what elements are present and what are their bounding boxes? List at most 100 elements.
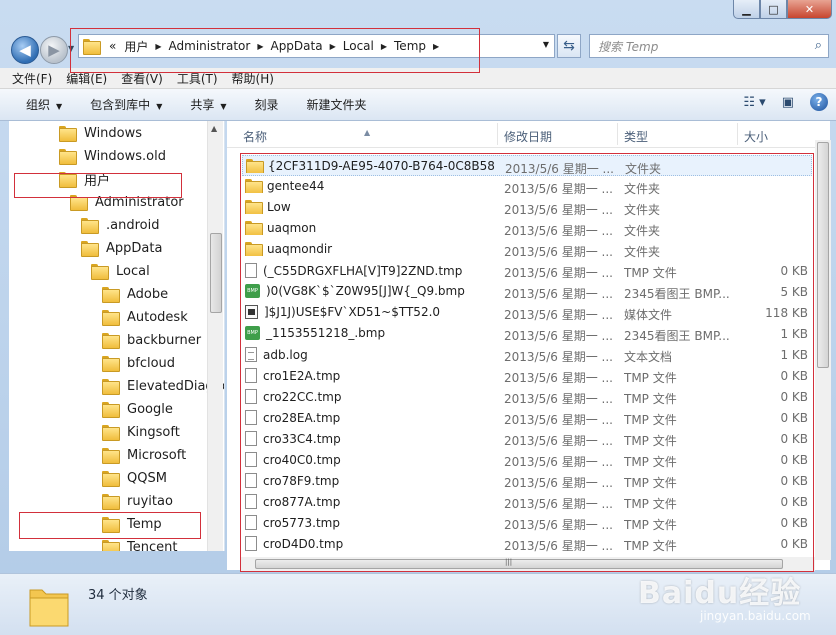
address-bar[interactable]: « 用户 ▶ Administrator ▶ AppData ▶ Local ▶… [78, 34, 555, 58]
refresh-button[interactable]: ⇆ [557, 34, 581, 58]
file-name-cell: cro1E2A.tmp [245, 368, 495, 383]
breadcrumb-arrow-icon[interactable]: ▶ [327, 42, 339, 51]
breadcrumb-arrow-icon[interactable]: ▶ [378, 42, 390, 51]
forward-button[interactable]: ▶ [40, 36, 68, 64]
view-options-icon[interactable]: ☷ ▾ [743, 95, 765, 110]
file-row[interactable]: uaqmon 2013/5/6 星期一 ... 文件夹 [242, 218, 812, 239]
scroll-thumb[interactable] [817, 142, 829, 368]
file-list-scrollbar[interactable] [815, 140, 831, 560]
tree-item[interactable]: QQSM [102, 467, 167, 489]
address-dropdown-icon[interactable]: ▼ [543, 40, 549, 49]
preview-pane-icon[interactable]: ▣ [782, 95, 794, 110]
tree-item[interactable]: Tencent [102, 536, 177, 551]
menu-file[interactable]: 文件(F) [12, 70, 52, 87]
file-icon [245, 452, 257, 467]
file-row[interactable]: ]$J1J)USE$FV`XD51~$TT52.0 2013/5/6 星期一 ..… [242, 302, 812, 323]
file-row[interactable]: cro78F9.tmp 2013/5/6 星期一 ... TMP 文件 0 KB [242, 470, 812, 491]
close-button[interactable]: ✕ [787, 0, 832, 19]
navigation-bar: ◀ ▶ ▼ « 用户 ▶ Administrator ▶ AppData ▶ L… [0, 24, 836, 70]
file-type: TMP 文件 [624, 476, 677, 490]
file-size: 118 KB [765, 306, 808, 320]
file-row[interactable]: cro5773.tmp 2013/5/6 星期一 ... TMP 文件 0 KB [242, 512, 812, 533]
tree-item[interactable]: Windows.old [59, 145, 166, 167]
file-row[interactable]: adb.log 2013/5/6 星期一 ... 文本文档 1 KB [242, 344, 812, 365]
navigation-scrollbar[interactable]: ▲ [207, 121, 223, 551]
tree-item-label: backburner [127, 332, 202, 348]
breadcrumb-arrow-icon[interactable]: ▶ [254, 42, 266, 51]
organize-button[interactable]: 组织 ▼ [26, 96, 62, 113]
column-type[interactable]: 类型 [624, 128, 648, 145]
tree-item-label: Adobe [127, 286, 169, 302]
tree-item[interactable]: Administrator [70, 191, 184, 213]
scroll-up-icon[interactable]: ▲ [211, 124, 217, 133]
caption-buttons: ▁ □ ✕ [733, 0, 832, 19]
bmp-file-icon: BMP [245, 326, 260, 340]
file-row[interactable]: cro22CC.tmp 2013/5/6 星期一 ... TMP 文件 0 KB [242, 386, 812, 407]
tree-item[interactable]: bfcloud [102, 352, 175, 374]
burn-button[interactable]: 刻录 [255, 96, 279, 113]
help-icon[interactable]: ? [810, 93, 828, 111]
minimize-button[interactable]: ▁ [733, 0, 760, 19]
file-row[interactable]: cro33C4.tmp 2013/5/6 星期一 ... TMP 文件 0 KB [242, 428, 812, 449]
tree-item[interactable]: Google [102, 398, 173, 420]
tree-item[interactable]: AppData [81, 237, 162, 259]
tree-item[interactable]: Temp [102, 513, 162, 535]
menu-edit[interactable]: 编辑(E) [66, 70, 107, 87]
file-name: cro22CC.tmp [263, 389, 342, 404]
back-button[interactable]: ◀ [11, 36, 39, 64]
file-row[interactable]: BMP)0(VG8K`$`Z0W95[J]W{_Q9.bmp 2013/5/6 星… [242, 281, 812, 302]
file-row[interactable]: Low 2013/5/6 星期一 ... 文件夹 [242, 197, 812, 218]
refresh-icon: ⇆ [563, 38, 575, 54]
file-row[interactable]: cro28EA.tmp 2013/5/6 星期一 ... TMP 文件 0 KB [242, 407, 812, 428]
breadcrumb-overflow[interactable]: « [105, 39, 120, 53]
file-row[interactable]: uaqmondir 2013/5/6 星期一 ... 文件夹 [242, 239, 812, 260]
tree-item[interactable]: 用户 [59, 168, 110, 190]
new-folder-button[interactable]: 新建文件夹 [307, 96, 367, 113]
column-divider[interactable] [497, 123, 498, 145]
history-dropdown-icon[interactable]: ▼ [68, 44, 74, 53]
file-row[interactable]: cro40C0.tmp 2013/5/6 星期一 ... TMP 文件 0 KB [242, 449, 812, 470]
scroll-thumb[interactable] [210, 233, 222, 313]
breadcrumb-arrow-icon[interactable]: ▶ [152, 42, 164, 51]
file-row[interactable]: croD4D0.tmp 2013/5/6 星期一 ... TMP 文件 0 KB [242, 533, 812, 554]
folder-large-icon [29, 589, 69, 627]
column-divider[interactable] [617, 123, 618, 145]
search-icon[interactable]: ⌕ [815, 38, 822, 53]
menu-help[interactable]: 帮助(H) [232, 70, 274, 87]
column-name[interactable]: 名称 [243, 128, 267, 145]
breadcrumb-local[interactable]: Local [339, 39, 378, 53]
breadcrumb-arrow-icon[interactable]: ▶ [430, 42, 442, 51]
tree-item[interactable]: Windows [59, 122, 142, 144]
column-divider[interactable] [737, 123, 738, 145]
tree-item[interactable]: .android [81, 214, 159, 236]
file-name: cro877A.tmp [263, 494, 341, 509]
tree-item[interactable]: ruyitao [102, 490, 173, 512]
tree-item[interactable]: Local [91, 260, 150, 282]
menu-tools[interactable]: 工具(T) [177, 70, 218, 87]
breadcrumb-administrator[interactable]: Administrator [165, 39, 255, 53]
file-row[interactable]: gentee44 2013/5/6 星期一 ... 文件夹 [242, 176, 812, 197]
breadcrumb-users[interactable]: 用户 [120, 38, 152, 55]
file-icon [245, 494, 257, 509]
tree-item[interactable]: Autodesk [102, 306, 188, 328]
include-in-library-button[interactable]: 包含到库中 ▼ [90, 96, 162, 113]
breadcrumb-appdata[interactable]: AppData [266, 39, 326, 53]
column-date[interactable]: 修改日期 [504, 128, 552, 145]
file-row[interactable]: cro877A.tmp 2013/5/6 星期一 ... TMP 文件 0 KB [242, 491, 812, 512]
tree-item[interactable]: Adobe [102, 283, 168, 305]
tree-item[interactable]: Kingsoft [102, 421, 180, 443]
file-row[interactable]: {2CF311D9-AE95-4070-B764-0C8B58... 2013/5… [242, 155, 812, 176]
tree-item[interactable]: Microsoft [102, 444, 186, 466]
tree-item[interactable]: backburner [102, 329, 201, 351]
menu-view[interactable]: 查看(V) [121, 70, 163, 87]
maximize-button[interactable]: □ [760, 0, 787, 19]
search-input[interactable]: 搜索 Temp ⌕ [589, 34, 829, 58]
file-row[interactable]: cro1E2A.tmp 2013/5/6 星期一 ... TMP 文件 0 KB [242, 365, 812, 386]
organize-label: 组织 [26, 98, 51, 112]
file-row[interactable]: BMP _1153551218_.bmp 2013/5/6 星期一 ... 2345看… [242, 323, 812, 344]
column-size[interactable]: 大小 [744, 128, 768, 145]
file-row[interactable]: (_C55DRGXFLHA[V]T9]2ZND.tmp 2013/5/6 星期一 … [242, 260, 812, 281]
breadcrumb-temp[interactable]: Temp [390, 39, 430, 53]
share-button[interactable]: 共享 ▼ [190, 96, 226, 113]
file-name-cell: Low [245, 200, 495, 214]
